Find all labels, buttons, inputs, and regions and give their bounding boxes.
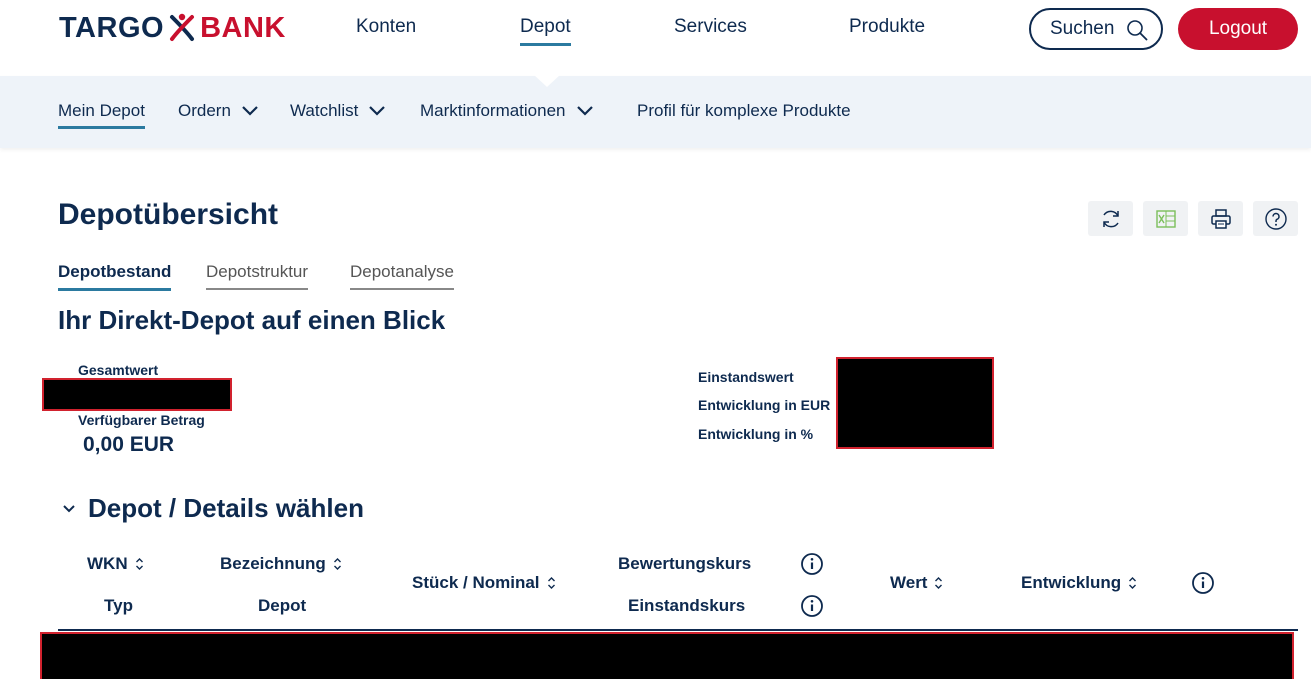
printer-icon: [1210, 208, 1231, 229]
col-wkn[interactable]: WKN: [87, 554, 144, 574]
nav-produkte[interactable]: Produkte: [849, 16, 925, 38]
chevron-down-icon: [242, 106, 258, 116]
main-nav: Konten Depot Services Produkte: [0, 16, 1000, 46]
subnav-ordern[interactable]: Ordern: [178, 101, 259, 121]
col-bezeichnung[interactable]: Bezeichnung: [220, 554, 342, 574]
col-einstandskurs: Einstandskurs: [628, 596, 745, 616]
redacted-table-rows: [40, 632, 1294, 679]
help-button[interactable]: [1253, 201, 1298, 236]
sort-icon: [935, 577, 943, 589]
redacted-gesamtwert: [42, 378, 232, 411]
search-button[interactable]: Suchen: [1029, 8, 1163, 50]
col-bewertungskurs-label: Bewertungskurs: [618, 554, 752, 573]
col-entwicklung[interactable]: Entwicklung: [1021, 573, 1137, 593]
print-button[interactable]: [1198, 201, 1243, 236]
section-subtitle: Ihr Direkt-Depot auf einen Blick: [58, 305, 446, 335]
nav-services[interactable]: Services: [674, 16, 747, 38]
redacted-entwicklung-values: [836, 357, 994, 449]
verfuegbarer-betrag-value: 0,00 EUR: [83, 433, 175, 456]
subnav-watchlist[interactable]: Watchlist: [290, 101, 386, 121]
logout-button-label: Logout: [1208, 18, 1268, 39]
col-bezeichnung-label: Bezeichnung: [220, 554, 326, 573]
subnav-profil-komplexe-produkte[interactable]: Profil für komplexe Produkte: [637, 101, 851, 121]
help-icon: [1264, 207, 1287, 230]
subnav-ordern-label: Ordern: [178, 101, 231, 120]
col-depot: Depot: [258, 596, 306, 616]
subnav-mein-depot[interactable]: Mein Depot: [58, 101, 145, 129]
gesamtwert-label: Gesamtwert: [78, 362, 159, 378]
verfuegbarer-betrag-label: Verfügbarer Betrag: [78, 412, 205, 428]
refresh-button[interactable]: [1088, 201, 1133, 236]
tab-depotbestand[interactable]: Depotbestand: [58, 262, 172, 291]
nav-depot[interactable]: Depot: [520, 16, 571, 46]
subnav-marktinformationen[interactable]: Marktinformationen: [420, 101, 594, 121]
info-icon[interactable]: [1191, 571, 1215, 595]
top-header: TARGO BANK Konten Depot Services Produkt…: [0, 0, 1311, 76]
search-icon: [1127, 20, 1148, 41]
col-depot-label: Depot: [258, 596, 307, 615]
col-wkn-label: WKN: [87, 554, 128, 573]
col-wert[interactable]: Wert: [890, 573, 943, 593]
entwicklung-pct-label: Entwicklung in %: [698, 426, 814, 442]
subnav-profil-label: Profil für komplexe Produkte: [637, 101, 851, 120]
sub-nav: Mein Depot Ordern Watchlist Marktinforma…: [0, 75, 1311, 148]
col-typ: Typ: [104, 596, 133, 616]
sort-icon: [1129, 577, 1137, 589]
page-title: Depotübersicht: [58, 198, 279, 231]
subnav-marktinformationen-label: Marktinformationen: [420, 101, 566, 120]
col-entwicklung-label: Entwicklung: [1021, 573, 1122, 592]
col-stueck-label: Stück / Nominal: [412, 573, 540, 592]
table-header-divider: [58, 629, 1298, 631]
search-button-label: Suchen: [1050, 18, 1115, 39]
subnav-mein-depot-label: Mein Depot: [58, 101, 145, 120]
logout-button[interactable]: Logout: [1178, 8, 1298, 50]
chevron-down-icon[interactable]: [62, 504, 76, 514]
tab-depotanalyse[interactable]: Depotanalyse: [350, 262, 454, 290]
col-stueck-nominal[interactable]: Stück / Nominal: [412, 573, 556, 593]
chevron-down-icon: [576, 106, 593, 116]
sort-icon: [333, 558, 341, 570]
info-icon[interactable]: [800, 594, 824, 618]
excel-export-button[interactable]: [1143, 201, 1188, 236]
entwicklung-eur-label: Entwicklung in EUR: [698, 397, 831, 413]
einstandswert-label: Einstandswert: [698, 369, 794, 385]
sort-icon: [135, 558, 143, 570]
sort-icon: [547, 577, 555, 589]
col-typ-label: Typ: [104, 596, 133, 615]
tab-depotstruktur[interactable]: Depotstruktur: [206, 262, 309, 290]
info-icon[interactable]: [800, 552, 824, 576]
col-bewertungskurs: Bewertungskurs: [618, 554, 751, 574]
refresh-icon: [1102, 210, 1119, 227]
excel-icon: [1155, 209, 1176, 228]
subnav-notch: [534, 75, 560, 87]
depot-details-title[interactable]: Depot / Details wählen: [88, 493, 364, 524]
chevron-down-icon: [369, 106, 386, 116]
col-wert-label: Wert: [890, 573, 928, 592]
subnav-watchlist-label: Watchlist: [290, 101, 359, 120]
col-einstandskurs-label: Einstandskurs: [628, 596, 746, 615]
nav-konten[interactable]: Konten: [356, 16, 416, 38]
